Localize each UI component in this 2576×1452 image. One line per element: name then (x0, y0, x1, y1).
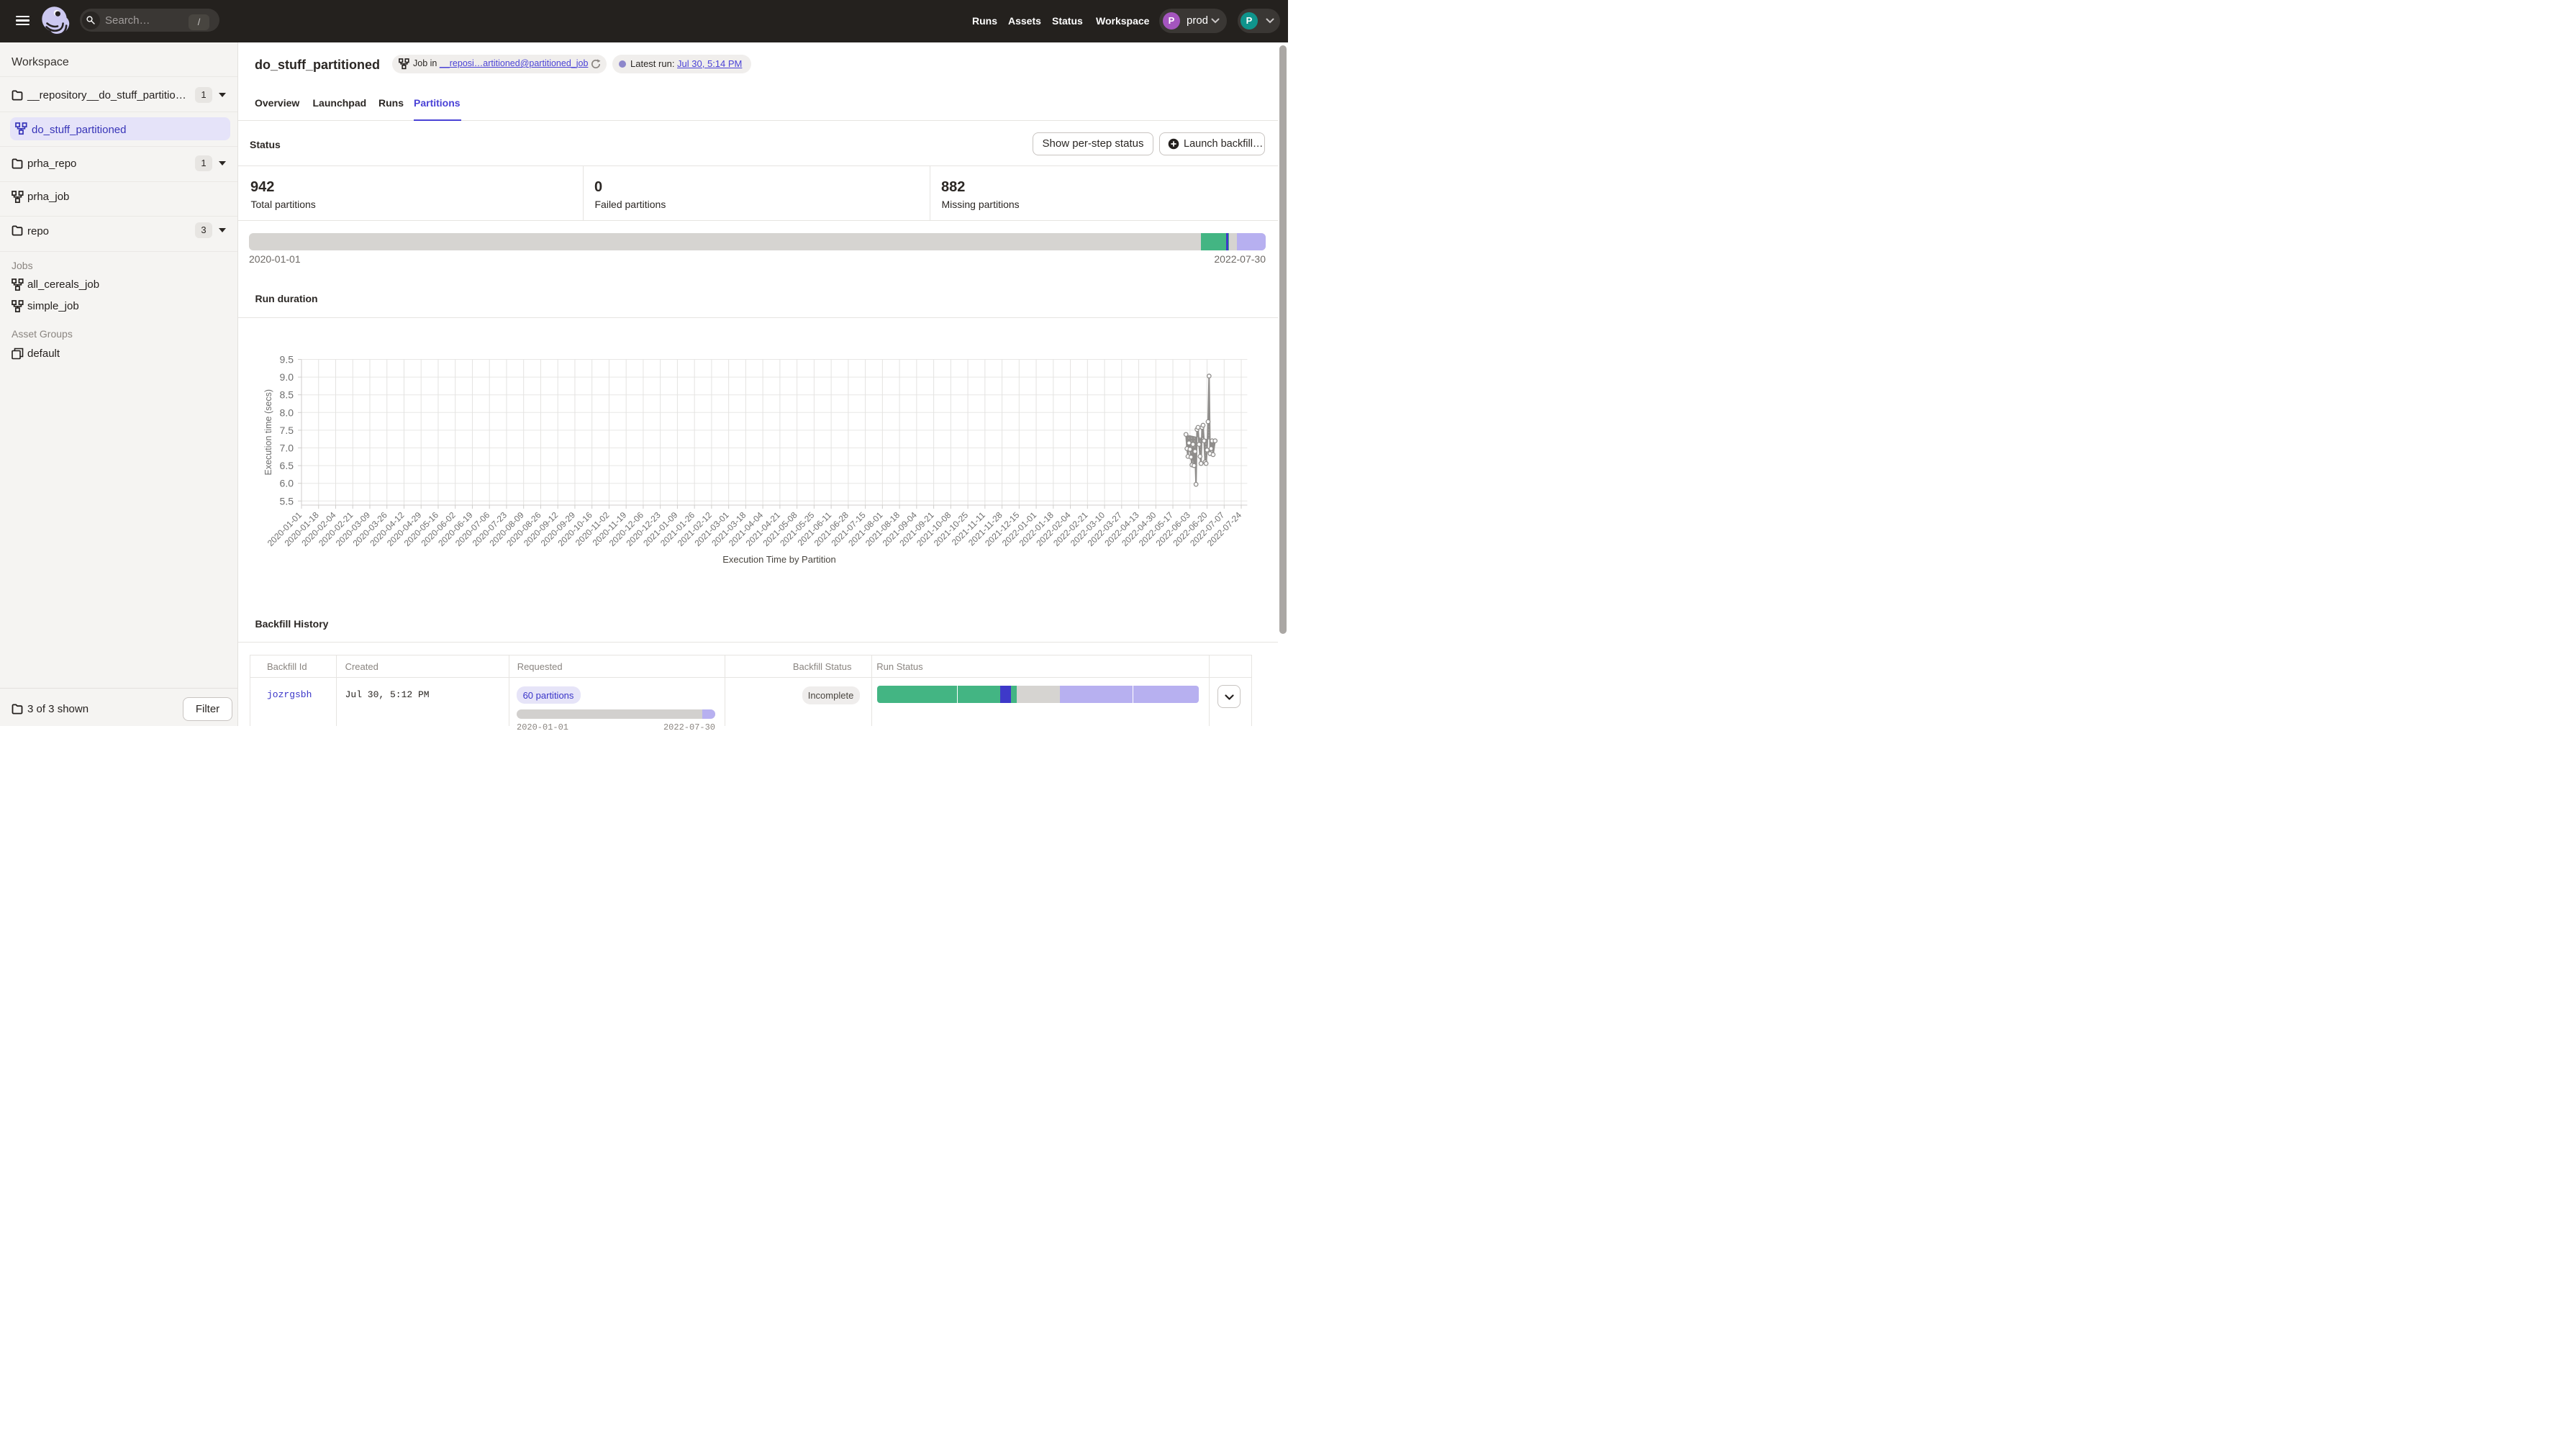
svg-text:9.0: 9.0 (280, 371, 294, 383)
svg-text:8.0: 8.0 (280, 407, 294, 418)
svg-text:8.5: 8.5 (280, 389, 294, 401)
svg-text:6.0: 6.0 (280, 478, 294, 489)
svg-text:6.5: 6.5 (280, 460, 294, 471)
svg-text:5.5: 5.5 (280, 495, 294, 507)
svg-text:7.0: 7.0 (280, 443, 294, 454)
svg-text:9.5: 9.5 (280, 354, 294, 366)
svg-text:Execution time (secs): Execution time (secs) (263, 389, 273, 475)
svg-text:7.5: 7.5 (280, 425, 294, 436)
